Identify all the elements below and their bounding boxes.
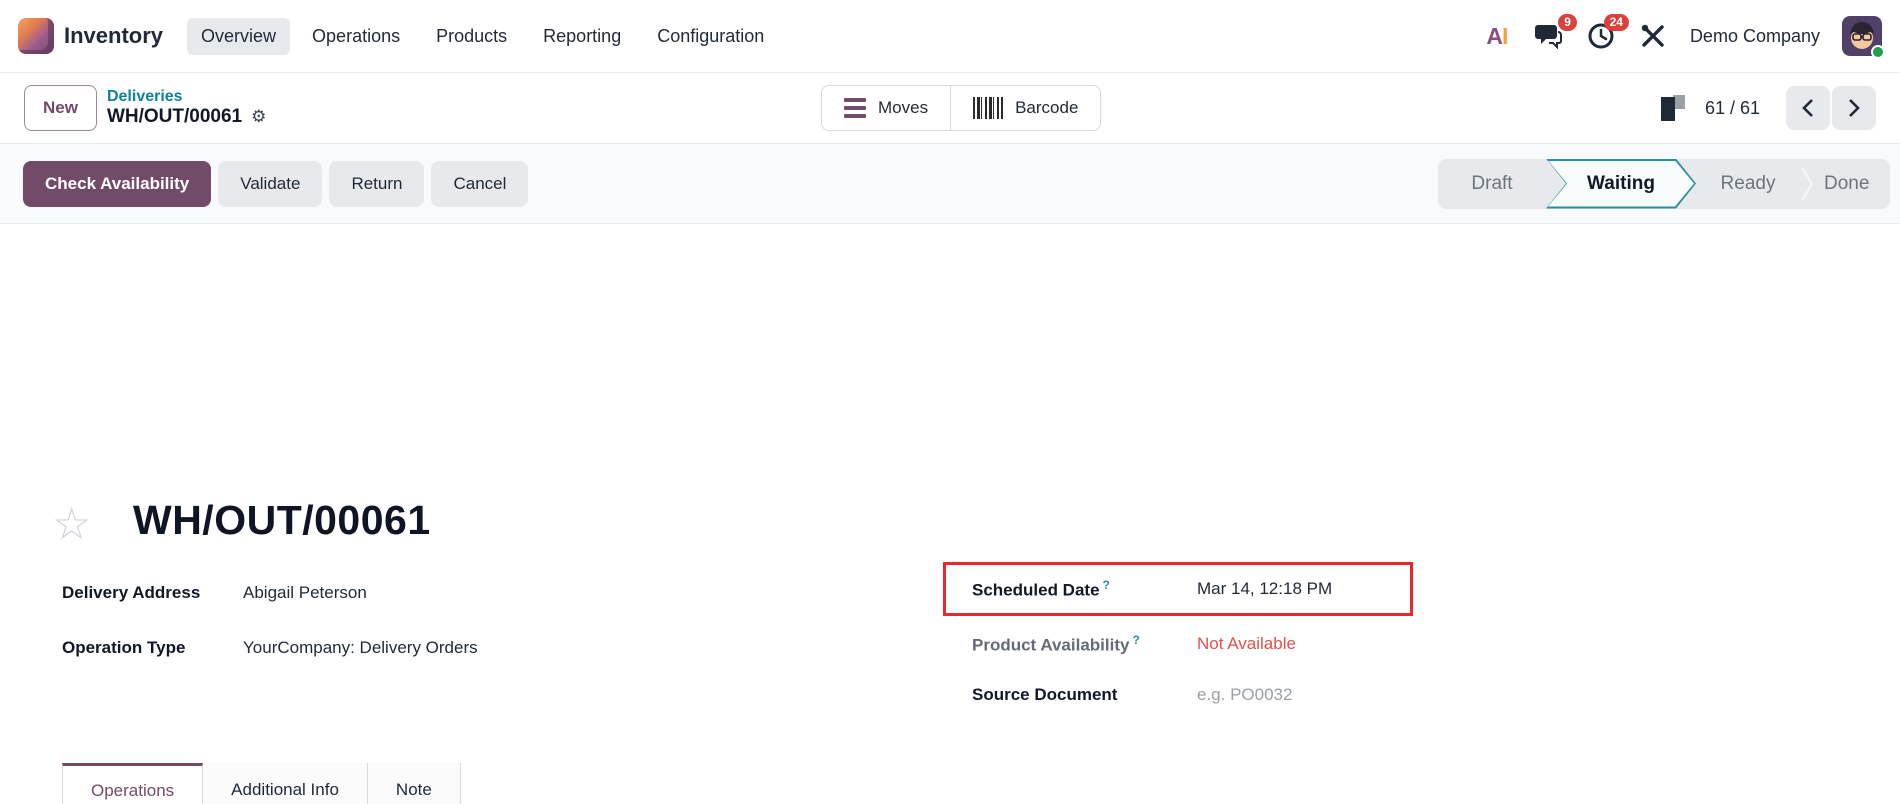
- gear-icon[interactable]: ⚙: [251, 107, 266, 127]
- main-menu: Overview Operations Products Reporting C…: [187, 17, 778, 55]
- online-status-dot: [1871, 45, 1885, 59]
- breadcrumb-deliveries-link[interactable]: Deliveries: [107, 87, 266, 106]
- scheduled-date-label: Scheduled Date: [972, 580, 1100, 600]
- status-pipeline: Draft Waiting Ready Done: [1438, 158, 1890, 209]
- notebook-tabs: Operations Additional Info Note: [24, 763, 1876, 804]
- pager-previous-button[interactable]: [1786, 86, 1830, 130]
- top-nav: Inventory Overview Operations Products R…: [0, 0, 1900, 73]
- messages-icon[interactable]: 9: [1534, 14, 1577, 51]
- inventory-app-icon[interactable]: [18, 18, 54, 54]
- source-document-input[interactable]: e.g. PO0032: [1197, 685, 1292, 705]
- app-name[interactable]: Inventory: [64, 23, 163, 49]
- activities-clock-icon[interactable]: 24: [1586, 14, 1629, 51]
- product-availability-label: Product Availability: [972, 635, 1130, 655]
- record-title: WH/OUT/00061: [133, 497, 431, 543]
- tab-operations[interactable]: Operations: [62, 763, 204, 804]
- status-bar: Check Availability Validate Return Cance…: [0, 143, 1900, 224]
- new-button[interactable]: New: [24, 85, 97, 131]
- menu-item-products[interactable]: Products: [422, 18, 521, 55]
- right-field-group: Scheduled Date? Mar 14, 12:18 PM Product…: [943, 562, 1413, 715]
- stage-done[interactable]: Done: [1814, 159, 1879, 209]
- validate-button[interactable]: Validate: [218, 160, 323, 207]
- wrench-screwdriver-glyph: [1641, 24, 1664, 47]
- stage-separator: [1801, 166, 1814, 201]
- pager-buttons: [1786, 86, 1876, 130]
- barcode-icon: [973, 97, 1004, 119]
- pager-next-button[interactable]: [1832, 86, 1876, 130]
- stage-ready[interactable]: Ready: [1696, 159, 1800, 209]
- form-sheet: ☆ WH/OUT/00061 Delivery Address Abigail …: [0, 225, 1900, 804]
- menu-item-reporting[interactable]: Reporting: [529, 18, 635, 55]
- moves-button[interactable]: Moves: [821, 85, 951, 131]
- favorite-star-icon[interactable]: ☆: [52, 503, 91, 547]
- menu-item-overview[interactable]: Overview: [187, 17, 291, 55]
- operation-type-value[interactable]: YourCompany: Delivery Orders: [243, 638, 478, 658]
- return-button[interactable]: Return: [329, 160, 425, 207]
- pager-counter[interactable]: 61 / 61: [1705, 98, 1760, 119]
- control-panel: New Deliveries WH/OUT/00061 ⚙ Moves Barc…: [0, 73, 1900, 143]
- tab-additional-info[interactable]: Additional Info: [203, 763, 368, 804]
- cancel-button[interactable]: Cancel: [431, 160, 529, 207]
- menu-item-operations[interactable]: Operations: [298, 18, 414, 55]
- chevron-right-icon: [1849, 99, 1860, 117]
- product-availability-value: Not Available: [1197, 634, 1296, 653]
- scheduled-date-value[interactable]: Mar 14, 12:18 PM: [1197, 579, 1332, 599]
- source-document-row: Source Document e.g. PO0032: [943, 675, 1413, 715]
- help-icon: ?: [1102, 577, 1110, 592]
- left-field-group: Delivery Address Abigail Peterson Operat…: [62, 573, 478, 683]
- activities-count-badge: 24: [1603, 14, 1629, 31]
- help-icon: ?: [1132, 632, 1140, 647]
- check-availability-button[interactable]: Check Availability: [23, 160, 212, 207]
- operation-type-row: Operation Type YourCompany: Delivery Ord…: [62, 628, 478, 668]
- delivery-address-value[interactable]: Abigail Peterson: [243, 583, 367, 603]
- messages-count-badge: 9: [1558, 14, 1577, 31]
- company-switcher[interactable]: Demo Company: [1690, 26, 1820, 47]
- source-document-label: Source Document: [972, 685, 1118, 704]
- delivery-address-row: Delivery Address Abigail Peterson: [62, 573, 478, 613]
- tab-note[interactable]: Note: [367, 763, 461, 804]
- odoo-inventory-page: Inventory Overview Operations Products R…: [0, 0, 1900, 804]
- scheduled-date-row-annotation-highlight: Scheduled Date? Mar 14, 12:18 PM: [943, 562, 1413, 616]
- bookmark-icon[interactable]: [1660, 95, 1685, 121]
- stage-waiting[interactable]: Waiting: [1546, 159, 1696, 209]
- breadcrumb: Deliveries WH/OUT/00061 ⚙: [107, 87, 266, 129]
- ai-icon[interactable]: AI: [1482, 21, 1512, 51]
- user-avatar[interactable]: [1842, 16, 1885, 59]
- delivery-address-label: Delivery Address: [62, 583, 201, 602]
- moves-list-icon: [844, 98, 867, 118]
- menu-item-configuration[interactable]: Configuration: [643, 18, 778, 55]
- breadcrumb-current-record: WH/OUT/00061: [106, 106, 243, 128]
- product-availability-row: Product Availability? Not Available: [943, 624, 1413, 664]
- operation-type-label: Operation Type: [62, 638, 186, 657]
- stage-draft[interactable]: Draft: [1438, 159, 1546, 209]
- chevron-left-icon: [1802, 99, 1813, 117]
- view-switch-group: Moves Barcode: [821, 85, 1102, 131]
- tools-debug-icon[interactable]: [1638, 21, 1668, 51]
- barcode-button[interactable]: Barcode: [950, 85, 1102, 131]
